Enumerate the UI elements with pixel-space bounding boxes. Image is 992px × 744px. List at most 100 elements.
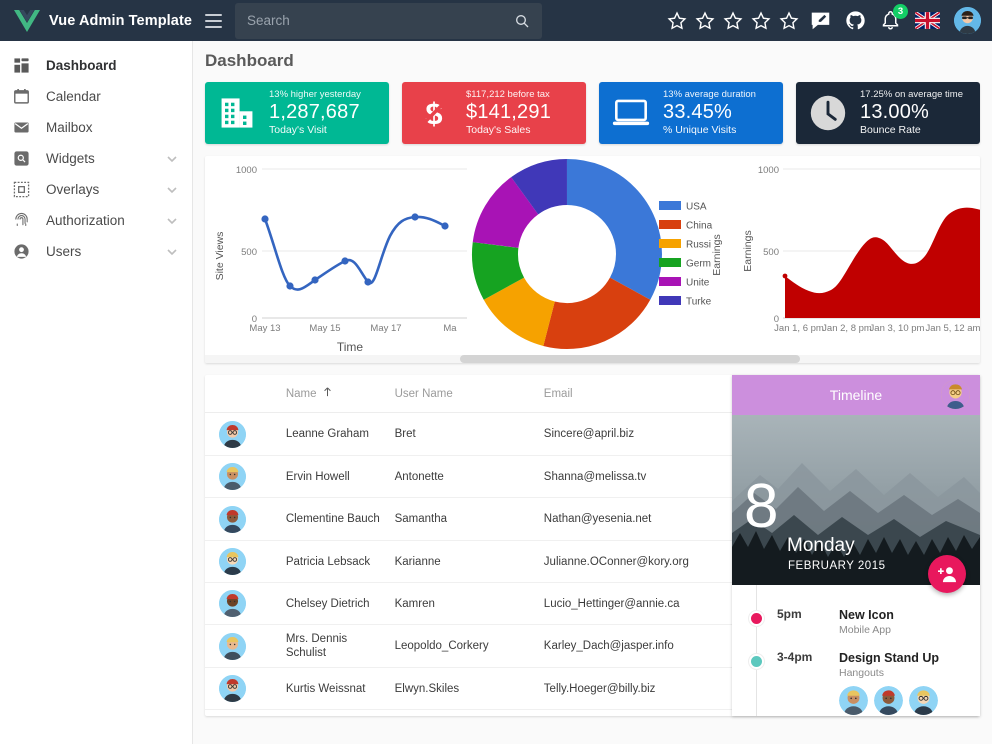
uk-flag-icon[interactable] [915, 12, 940, 29]
charts-horizontal-scrollbar[interactable] [205, 355, 980, 363]
sidebar-item-label: Authorization [46, 213, 125, 228]
timeline-avatar[interactable] [941, 380, 970, 409]
sidebar-item-authorization[interactable]: Authorization [0, 205, 192, 236]
stat-card-4[interactable]: 17.25% on average time 13.00% Bounce Rat… [796, 82, 980, 144]
area-x-tick-4: Jan 5, 12 am [926, 323, 980, 334]
sidebar-item-widgets[interactable]: Widgets [0, 143, 192, 174]
th-username[interactable]: User Name [394, 375, 544, 413]
th-name[interactable]: Name [285, 375, 395, 413]
star-outline-icon[interactable] [751, 10, 771, 31]
td-name: Clementine Bauch [285, 497, 395, 541]
timeline-event-title: New Icon [839, 608, 894, 622]
add-person-icon [938, 567, 956, 583]
sort-ascending-arrow-icon[interactable] [323, 387, 332, 397]
building-icon [216, 92, 258, 134]
notification-badge: 3 [893, 4, 908, 19]
legend-label-usa: USA [686, 202, 707, 213]
hamburger-menu-icon[interactable] [193, 0, 233, 41]
y-tick-1000: 1000 [236, 165, 257, 176]
sidebar-item-label: Mailbox [46, 120, 93, 135]
top-navigation-bar: Vue Admin Template 3 [0, 0, 992, 41]
sidebar-item-overlays[interactable]: Overlays [0, 174, 192, 205]
td-name: Mrs. Dennis Schulist [285, 624, 395, 668]
sidebar-item-calendar[interactable]: Calendar [0, 81, 192, 112]
avatar[interactable] [874, 686, 903, 715]
stat-card-3[interactable]: 13% average duration 33.45% % Unique Vis… [599, 82, 783, 144]
star-outline-icon[interactable] [667, 10, 687, 31]
timeline-header: Timeline [732, 375, 980, 415]
top-icon-group: 3 [663, 4, 992, 34]
th-name-label: Name [285, 388, 317, 400]
star-outline-icon[interactable] [723, 10, 743, 31]
user-circle-icon [10, 241, 32, 263]
td-name: Leanne Graham [285, 412, 395, 456]
timeline-event-time: 3-4pm [777, 650, 813, 664]
td-email: Sincere@april.biz [543, 412, 754, 456]
search-input[interactable] [247, 13, 514, 28]
brand-area[interactable]: Vue Admin Template [0, 0, 193, 41]
area-fill [785, 207, 980, 318]
avatar [219, 463, 246, 490]
x-tick-may19: Ma [443, 323, 457, 334]
overlays-dashed-square-icon [10, 179, 32, 201]
donut-legend: USA China Russi Germ Unite Turke [659, 201, 713, 308]
td-username: Elwyn.Skiles [394, 667, 544, 710]
area-y-axis-label: Earnings [742, 230, 754, 271]
donut-legend-title: Earnings [711, 234, 723, 275]
sidebar-item-users[interactable]: Users [0, 236, 192, 267]
x-tick-may13: May 13 [249, 323, 280, 334]
legend-label-russi: Russi [686, 240, 711, 251]
github-icon[interactable] [845, 10, 866, 31]
chat-edit-icon[interactable] [810, 10, 831, 31]
timeline-event[interactable]: 5pm New Icon Mobile App [732, 599, 980, 642]
timeline-event-subtitle: Hangouts [839, 667, 884, 679]
notification-bell[interactable]: 3 [880, 4, 908, 31]
avatar [219, 675, 246, 702]
td-email: Lucio_Hettinger@annie.ca [543, 582, 754, 625]
avatar[interactable] [839, 686, 868, 715]
td-avatar [205, 540, 286, 583]
stat-card-1[interactable]: 13% higher yesterday 1,287,687 Today's V… [205, 82, 389, 144]
legend-swatch-china [659, 220, 681, 229]
main-content: Dashboard 13% higher yesterday 1,287,687… [193, 41, 992, 744]
scrollbar-thumb[interactable] [460, 355, 800, 363]
td-avatar [205, 412, 286, 456]
search-bar[interactable] [235, 2, 542, 39]
x-axis-label: Time [337, 340, 364, 354]
td-email: Shanna@melissa.tv [543, 455, 754, 498]
td-username: Antonette [394, 455, 544, 498]
star-outline-icon[interactable] [695, 10, 715, 31]
chevron-down-icon[interactable] [166, 184, 178, 196]
th-email[interactable]: Email [543, 375, 754, 413]
stat-card-2[interactable]: $ $117,212 before tax $141,291 Today's S… [402, 82, 586, 144]
star-outline-icon[interactable] [779, 10, 799, 31]
timeline-events: 5pm New Icon Mobile App 3-4pm Design Sta… [732, 585, 980, 716]
area-y-tick-1000: 1000 [758, 165, 779, 176]
timeline-event[interactable]: 3-4pm Design Stand Up Hangouts [732, 642, 980, 716]
page-header: Dashboard [193, 41, 992, 80]
y-axis-label: Site Views [214, 232, 226, 281]
widgets-search-icon [10, 148, 32, 170]
brand-title: Vue Admin Template [49, 12, 193, 29]
chevron-down-icon[interactable] [166, 153, 178, 165]
chevron-down-icon[interactable] [166, 215, 178, 227]
td-username: Samantha [394, 497, 544, 541]
sidebar-item-dashboard[interactable]: Dashboard [0, 50, 192, 81]
timeline-event-dot [749, 611, 764, 626]
sidebar-item-mailbox[interactable]: Mailbox [0, 112, 192, 143]
add-person-button[interactable] [928, 555, 966, 593]
chevron-down-icon[interactable] [166, 246, 178, 258]
avatar [219, 505, 246, 533]
avatar[interactable] [909, 686, 938, 715]
avatar [219, 590, 246, 617]
user-avatar-icon [954, 7, 981, 34]
dashboard-grid-icon [10, 55, 32, 77]
search-icon[interactable] [514, 13, 530, 29]
avatar[interactable] [954, 7, 981, 34]
th-avatar [205, 375, 286, 413]
timeline-month-year: FEBRUARY 2015 [788, 560, 886, 572]
td-username: Bret [394, 412, 544, 456]
charts-card: 1000 500 0 Site Views May 13 May 15 May … [205, 156, 980, 363]
site-views-line-chart: 1000 500 0 Site Views May 13 May 15 May … [205, 156, 467, 355]
x-tick-may15: May 15 [309, 323, 340, 334]
